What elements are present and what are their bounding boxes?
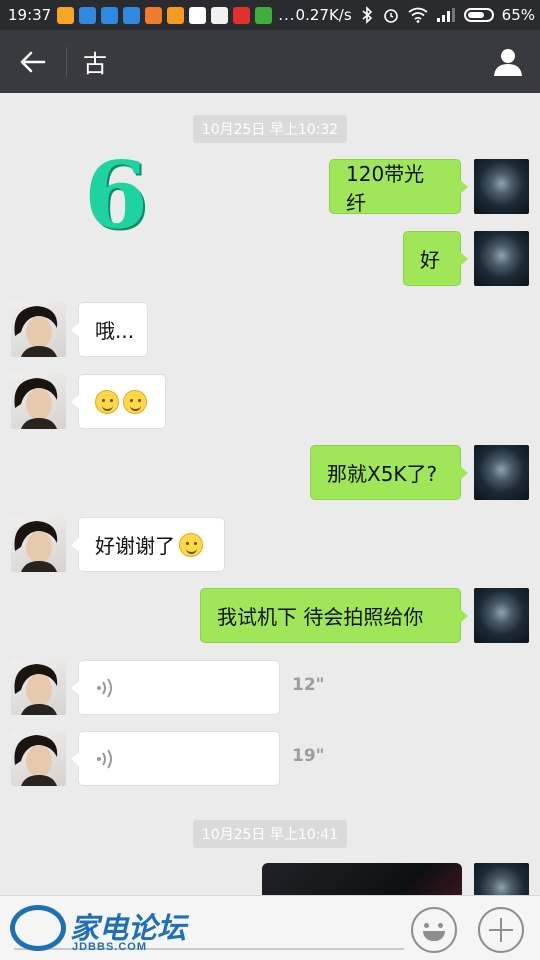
emoji-button[interactable] [411, 907, 457, 953]
app-notification-icon [101, 6, 119, 24]
more-actions-button[interactable] [478, 907, 524, 953]
app-notification-icon [145, 6, 163, 24]
timestamp: 10月25日 早上10:32 [0, 115, 540, 143]
timestamp-label: 10月25日 早上10:41 [192, 820, 348, 848]
smile-emoji-icon [95, 389, 119, 414]
voice-duration: 19" [292, 746, 325, 766]
app-notification-icon [79, 6, 97, 24]
bluetooth-icon [362, 6, 372, 24]
my-avatar[interactable] [474, 588, 529, 643]
contact-photo [14, 378, 58, 429]
app-notification-icon [123, 6, 141, 24]
voice-message[interactable] [71, 660, 280, 715]
contact-avatar[interactable] [11, 731, 66, 786]
voice-duration: 12" [292, 675, 325, 695]
message-text: 那就X5K了? [327, 462, 438, 486]
message-bubble-received[interactable]: 好谢谢了 [71, 517, 225, 572]
voice-wave-icon [97, 677, 112, 698]
app-notification-icon [233, 6, 251, 24]
message-bubble-sent[interactable]: 好 [403, 231, 468, 286]
smile-emoji-icon [179, 532, 203, 557]
more-notifications: ... [278, 6, 296, 24]
chat-header: 古 [0, 30, 540, 93]
voice-wave-icon [97, 748, 112, 769]
chat-area[interactable]: 10月25日 早上10:32 6 120带光纤 好 哦... 那就X5K了? 好… [0, 93, 540, 895]
chat-title: 古 [83, 50, 107, 78]
message-bubble-sent[interactable]: 120带光纤 [329, 159, 468, 215]
status-bar: 19:37 ... 0.27K/s 65% [0, 0, 540, 30]
overlay-number: 6 [84, 141, 149, 249]
contact-photo [14, 521, 58, 572]
watermark-site: JDBBS.COM [72, 941, 148, 953]
contact-photo [14, 735, 58, 786]
app-notification-icon [167, 6, 185, 24]
image-message[interactable] [262, 863, 462, 895]
message-text: 好 [420, 248, 440, 272]
my-avatar[interactable] [474, 159, 529, 214]
message-text: 我试机下 待会拍照给你 [217, 605, 424, 629]
timestamp: 10月25日 早上10:41 [0, 820, 540, 848]
my-avatar[interactable] [474, 863, 529, 895]
play-store-icon [211, 6, 229, 24]
contact-avatar[interactable] [11, 374, 66, 429]
message-bubble-sent[interactable]: 我试机下 待会拍照给你 [200, 588, 468, 643]
contact-photo [14, 306, 58, 357]
alarm-icon [383, 9, 398, 23]
person-icon [494, 48, 522, 76]
message-bubble-received[interactable]: 哦... [71, 302, 148, 357]
network-speed: 0.27K/s [295, 6, 352, 24]
message-text: 120带光纤 [346, 161, 425, 215]
contact-avatar[interactable] [11, 660, 66, 715]
my-avatar[interactable] [474, 231, 529, 286]
timestamp-label: 10月25日 早上10:32 [192, 115, 348, 143]
my-avatar[interactable] [474, 445, 529, 500]
message-text: 好谢谢了 [95, 534, 175, 558]
watermark-eye-icon [10, 905, 66, 951]
contact-avatar[interactable] [11, 302, 66, 357]
message-bubble-received[interactable] [71, 374, 166, 429]
app-notification-icon [255, 6, 273, 24]
back-button[interactable] [0, 30, 66, 93]
message-text: 哦... [95, 319, 135, 343]
voice-message[interactable] [71, 731, 280, 786]
notification-icons [57, 6, 273, 24]
chat-info-button[interactable] [476, 30, 540, 93]
watermark-logo: 家电论坛 JDBBS.COM [10, 903, 190, 955]
battery-percent: 65% [501, 6, 535, 24]
smile-emoji-icon [123, 389, 147, 414]
back-arrow-icon [20, 51, 46, 72]
app-notification-icon [189, 6, 207, 24]
contact-photo [14, 664, 58, 715]
status-time: 19:37 [8, 6, 52, 24]
app-notification-icon [57, 6, 75, 24]
battery-icon [463, 8, 494, 22]
message-bubble-sent[interactable]: 那就X5K了? [310, 445, 468, 500]
contact-avatar[interactable] [11, 517, 66, 572]
wifi-icon [408, 7, 428, 23]
signal-icon [436, 8, 455, 22]
header-divider [66, 46, 67, 77]
